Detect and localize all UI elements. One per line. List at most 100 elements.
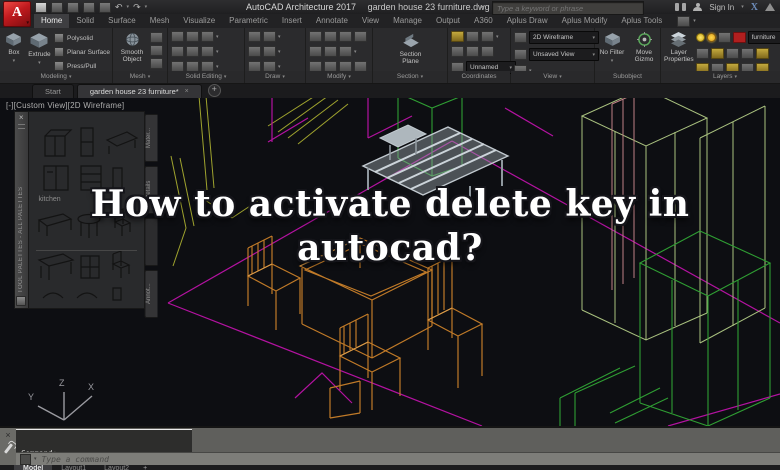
save-icon[interactable] bbox=[67, 1, 79, 13]
rotate-icon[interactable] bbox=[324, 31, 337, 42]
ribbon-display-toggle[interactable]: ▾ bbox=[677, 14, 696, 28]
autodesk-a360-icon[interactable] bbox=[765, 3, 775, 11]
new-drawing-button[interactable]: + bbox=[207, 84, 221, 97]
panel-label-subobject[interactable]: Subobject bbox=[595, 71, 660, 83]
wrench-icon[interactable] bbox=[3, 443, 13, 454]
no-filter-button[interactable]: No Filter ▾ bbox=[599, 30, 625, 71]
caret-down-icon[interactable]: ▾ bbox=[216, 49, 219, 55]
layer-on-icon[interactable] bbox=[695, 33, 705, 42]
ucs-origin-icon[interactable] bbox=[451, 46, 464, 57]
extrude-button[interactable]: Extrude ▾ bbox=[27, 30, 52, 71]
trim-icon[interactable] bbox=[339, 31, 352, 42]
palette-tool-arc-a[interactable] bbox=[42, 292, 63, 299]
ribbon-tab-surface[interactable]: Surface bbox=[101, 14, 143, 28]
fillet-icon[interactable] bbox=[324, 46, 337, 57]
search-expand-icon[interactable]: ▸ bbox=[481, 3, 484, 10]
close-icon[interactable]: × bbox=[19, 114, 24, 122]
layer-color-swatch[interactable] bbox=[732, 32, 746, 43]
plot-icon[interactable] bbox=[99, 1, 111, 13]
subtract-icon[interactable] bbox=[186, 31, 199, 42]
panel-label-layers[interactable]: Layers ▾ bbox=[661, 71, 780, 83]
save-as-icon[interactable] bbox=[83, 1, 95, 13]
panel-label-mesh[interactable]: Mesh ▾ bbox=[113, 71, 167, 83]
planar-surface-button[interactable]: Planar Surface bbox=[54, 47, 110, 57]
search-icon[interactable] bbox=[675, 3, 687, 11]
layer-lock-icon[interactable] bbox=[717, 32, 731, 43]
palette-tab-annotation[interactable]: Annot... bbox=[144, 270, 157, 318]
ribbon-tab-solid[interactable]: Solid bbox=[69, 14, 101, 28]
layer-thaw-icon[interactable] bbox=[706, 33, 716, 42]
caret-down-icon[interactable]: ▾ bbox=[354, 49, 357, 55]
mesh-tool-icon[interactable] bbox=[150, 58, 163, 69]
sign-in-button[interactable]: Sign In bbox=[709, 3, 734, 12]
ribbon-tab-a360[interactable]: A360 bbox=[467, 14, 500, 28]
ribbon-tab-home[interactable]: Home bbox=[34, 14, 70, 28]
caret-down-icon[interactable]: ▾ bbox=[278, 49, 281, 55]
box-button[interactable]: Box ▾ bbox=[3, 30, 25, 71]
command-input[interactable] bbox=[39, 453, 780, 465]
copy-icon[interactable] bbox=[354, 31, 367, 42]
ribbon-tab-mesh[interactable]: Mesh bbox=[143, 14, 177, 28]
layer-off-icon[interactable] bbox=[740, 48, 754, 59]
application-menu-button[interactable]: A ▾ bbox=[3, 1, 31, 27]
sign-in-caret-icon[interactable]: ▾ bbox=[741, 4, 744, 10]
palette-tab-materials[interactable]: Mater... bbox=[144, 114, 157, 162]
redo-icon[interactable]: ↷ bbox=[133, 2, 141, 12]
close-icon[interactable]: × bbox=[185, 86, 189, 98]
mesh-tool-icon[interactable] bbox=[150, 32, 163, 43]
ribbon-tab-aplus-tools[interactable]: Aplus Tools bbox=[614, 14, 669, 28]
panel-label-solid-editing[interactable]: Solid Editing ▾ bbox=[168, 71, 244, 83]
polyline-icon[interactable] bbox=[263, 31, 276, 42]
ucs-icon[interactable] bbox=[466, 31, 479, 42]
layer-properties-button[interactable]: Layer Properties bbox=[664, 30, 694, 71]
caret-down-icon[interactable]: ▾ bbox=[278, 34, 281, 40]
circle-icon[interactable] bbox=[248, 46, 261, 57]
palette-grip-icon[interactable] bbox=[17, 124, 25, 129]
union-icon[interactable] bbox=[171, 31, 184, 42]
ribbon-tab-view[interactable]: View bbox=[355, 14, 386, 28]
qat-customize-caret-icon[interactable]: ▾ bbox=[145, 4, 148, 10]
panel-label-coordinates[interactable]: Coordinates bbox=[448, 71, 510, 83]
visual-style-icon[interactable] bbox=[514, 32, 527, 43]
press-pull-button[interactable]: Press/Pull bbox=[54, 61, 110, 71]
ribbon-tab-output[interactable]: Output bbox=[429, 14, 467, 28]
panel-label-section[interactable]: Section ▾ bbox=[373, 71, 447, 83]
help-search-input[interactable] bbox=[493, 3, 643, 13]
caret-down-icon[interactable]: ▾ bbox=[278, 64, 281, 70]
drawing-area[interactable]: [-][Custom View][2D Wireframe] × TOOL PA… bbox=[0, 98, 780, 426]
ucs-world-icon[interactable] bbox=[451, 31, 464, 42]
section-plane-button[interactable]: Section Plane bbox=[391, 30, 431, 71]
ribbon-tab-aplus-draw[interactable]: Aplus Draw bbox=[500, 14, 555, 28]
palette-properties-icon[interactable] bbox=[16, 296, 27, 306]
ucs-3point-icon[interactable] bbox=[481, 46, 494, 57]
ribbon-tab-annotate[interactable]: Annotate bbox=[309, 14, 355, 28]
palette-tool-tall-cabinet[interactable] bbox=[79, 127, 94, 157]
new-file-icon[interactable] bbox=[35, 1, 47, 13]
palette-tool-low-table[interactable] bbox=[105, 131, 138, 154]
palette-tool-cabinet[interactable] bbox=[43, 129, 72, 157]
file-tab-start[interactable]: Start bbox=[32, 84, 74, 98]
ribbon-tab-aplus-modify[interactable]: Aplus Modify bbox=[555, 14, 615, 28]
visual-style-dropdown[interactable]: 2D Wireframe ▾ bbox=[529, 31, 599, 44]
ribbon-tab-insert[interactable]: Insert bbox=[275, 14, 309, 28]
open-file-icon[interactable] bbox=[51, 1, 63, 13]
current-layer-dropdown[interactable]: furniture ▾ bbox=[747, 31, 780, 44]
make-current-icon[interactable] bbox=[755, 48, 769, 59]
autodesk-exchange-icon[interactable]: X bbox=[751, 2, 758, 13]
caret-down-icon[interactable]: ▾ bbox=[496, 34, 499, 40]
layer-isolate-icon[interactable] bbox=[710, 48, 724, 59]
named-view-icon[interactable] bbox=[514, 49, 527, 60]
named-view-dropdown[interactable]: Unsaved View ▾ bbox=[529, 48, 599, 61]
mesh-tool-icon[interactable] bbox=[150, 45, 163, 56]
smooth-object-button[interactable]: Smooth Object bbox=[116, 30, 148, 71]
move-gizmo-button[interactable]: Move Gizmo bbox=[631, 30, 657, 71]
command-prompt-icon[interactable] bbox=[20, 453, 31, 465]
line-icon[interactable] bbox=[248, 31, 261, 42]
close-icon[interactable]: × bbox=[5, 431, 10, 440]
move-icon[interactable] bbox=[309, 31, 322, 42]
panel-label-modify[interactable]: Modify ▾ bbox=[306, 71, 372, 83]
caret-down-icon[interactable]: ▾ bbox=[216, 64, 219, 70]
file-tab-active-document[interactable]: garden house 23 furniture* × bbox=[76, 84, 202, 98]
intersect-icon[interactable] bbox=[201, 31, 214, 42]
fillet-edge-icon[interactable] bbox=[201, 46, 214, 57]
